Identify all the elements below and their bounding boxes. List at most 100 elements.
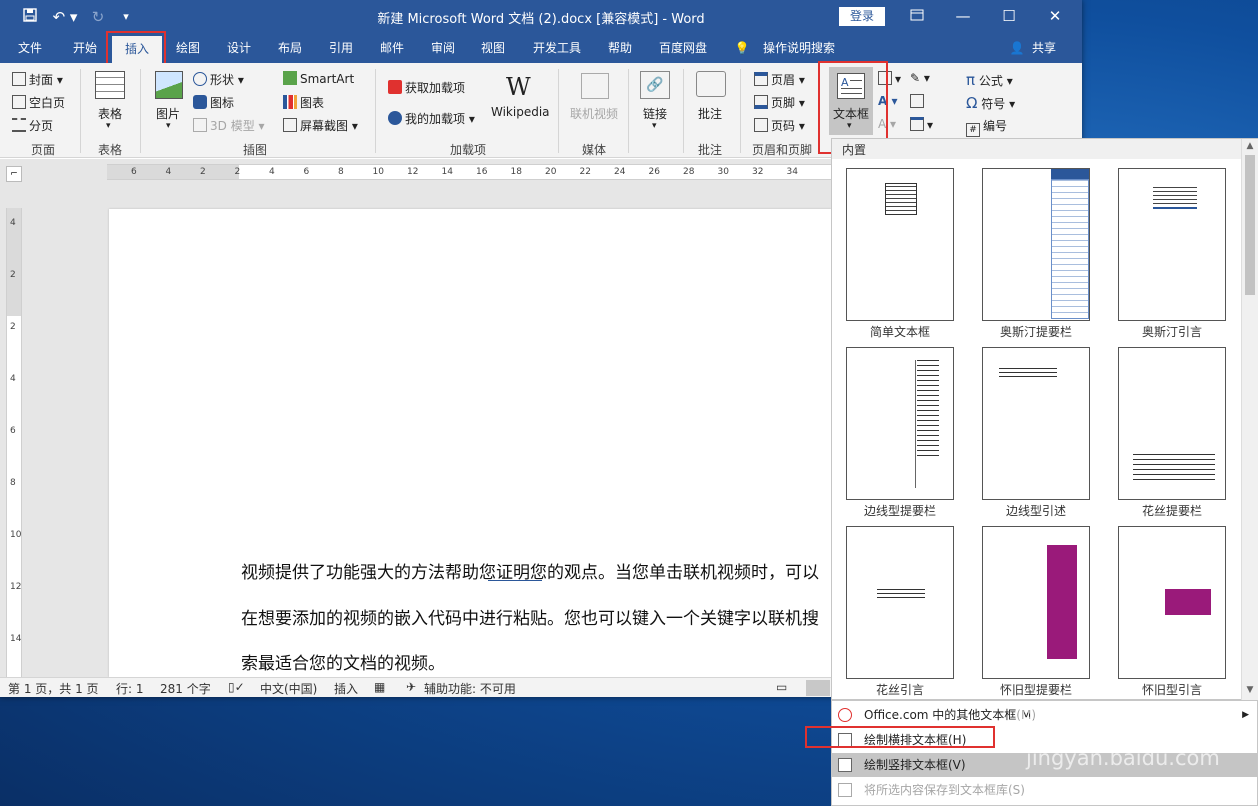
online-video-button[interactable]: 联机视频 [570, 105, 618, 122]
number-button[interactable]: # 编号 [966, 117, 1007, 137]
smartart-button[interactable]: SmartArt [283, 71, 354, 86]
blank-page-button[interactable]: 空白页 [12, 94, 65, 111]
gallery-scrollbar[interactable]: ▲ ▼ [1241, 139, 1258, 701]
group-separator [628, 69, 629, 153]
tab-file[interactable]: 文件 [8, 33, 52, 63]
link-icon[interactable]: 🔗 [640, 71, 670, 99]
table-icon[interactable] [95, 71, 125, 99]
addin-icon [388, 111, 402, 125]
cover-page-button[interactable]: 封面 ▾ [12, 71, 63, 88]
tab-review[interactable]: 审阅 [420, 33, 466, 63]
date-time-icon[interactable] [910, 94, 927, 109]
ruler-tick-label: 2 [10, 270, 16, 280]
maximize-icon[interactable]: ☐ [986, 0, 1032, 33]
ribbon-display-icon[interactable] [894, 0, 940, 33]
3d-model-button[interactable]: 3D 模型 ▾ [193, 117, 265, 134]
group-label-comments: 批注 [697, 143, 722, 157]
thumb-label[interactable]: 奥斯汀引言 [1104, 323, 1240, 340]
object-icon[interactable]: ▾ [910, 117, 933, 132]
login-button[interactable]: 登录 [839, 7, 885, 26]
tab-home[interactable]: 开始 [62, 33, 108, 63]
tell-me-search[interactable]: 操作说明搜索 [756, 33, 842, 63]
thumb-label[interactable]: 花丝提要栏 [1104, 502, 1240, 519]
tab-help[interactable]: 帮助 [598, 33, 642, 63]
read-mode-icon[interactable]: ▭ [776, 680, 787, 694]
link-dropdown-icon[interactable]: ▾ [652, 121, 657, 131]
print-layout-icon[interactable] [806, 680, 830, 696]
wikipedia-icon[interactable]: W [506, 73, 531, 101]
link-button[interactable]: 链接 [643, 105, 667, 122]
status-words[interactable]: 281 个字 [160, 680, 211, 697]
picture-button[interactable]: 图片 [156, 105, 180, 122]
tab-developer[interactable]: 开发工具 [524, 33, 590, 63]
icons-button[interactable]: 图标 [193, 94, 234, 111]
thumb-austin-quote[interactable] [1118, 168, 1226, 321]
picture-dropdown-icon[interactable]: ▾ [166, 121, 171, 131]
thumb-retro-quote[interactable] [1118, 526, 1226, 679]
ruler-tick-label: 6 [131, 167, 137, 177]
symbol-button[interactable]: Ω 符号 ▾ [966, 94, 1015, 112]
thumb-sideline-quote[interactable] [982, 347, 1090, 500]
macro-icon[interactable]: ▦ [374, 680, 385, 694]
screenshot-icon [283, 118, 297, 132]
ruler-tick-label: 8 [10, 478, 16, 488]
online-video-icon[interactable] [581, 73, 609, 99]
tab-view[interactable]: 视图 [470, 33, 516, 63]
ruler-tick-label: 10 [372, 167, 384, 177]
tab-selector[interactable]: ⌐ [6, 166, 22, 182]
status-mode[interactable]: 插入 [334, 680, 358, 697]
status-line[interactable]: 行: 1 [116, 680, 144, 697]
shapes-button[interactable]: 形状 ▾ [193, 71, 244, 88]
comment-button[interactable]: 批注 [698, 105, 722, 122]
tab-design[interactable]: 设计 [216, 33, 262, 63]
thumb-label[interactable]: 简单文本框 [832, 323, 968, 340]
page-number-button[interactable]: 页码 ▾ [754, 117, 805, 134]
page-break-button[interactable]: 分页 [12, 117, 53, 134]
signature-line-icon[interactable]: ✎ ▾ [910, 71, 930, 85]
screenshot-button[interactable]: 屏幕截图 ▾ [283, 117, 358, 134]
group-label-pages: 页面 [30, 143, 55, 157]
status-page[interactable]: 第 1 页，共 1 页 [8, 680, 99, 697]
status-language[interactable]: 中文(中国) [260, 680, 317, 697]
proofing-icon[interactable]: ▯✓ [228, 680, 245, 694]
thumb-austin-sidebar[interactable] [982, 168, 1090, 321]
thumb-sideline-sidebar[interactable] [846, 347, 954, 500]
share-button[interactable]: 共享 [1028, 33, 1060, 63]
thumb-label[interactable]: 边线型引述 [968, 502, 1104, 519]
picture-icon[interactable] [155, 71, 183, 99]
table-dropdown-icon[interactable]: ▾ [106, 121, 111, 131]
my-addins-button[interactable]: 我的加载项 ▾ [388, 110, 475, 127]
get-addins-button[interactable]: 获取加载项 [388, 79, 465, 96]
thumb-filigree-sidebar[interactable] [1118, 347, 1226, 500]
equation-button[interactable]: π 公式 ▾ [966, 71, 1013, 89]
wikipedia-button[interactable]: Wikipedia [491, 105, 550, 119]
thumb-label[interactable]: 奥斯汀提要栏 [968, 323, 1104, 340]
scroll-thumb[interactable] [1245, 155, 1255, 295]
thumb-retro-sidebar[interactable] [982, 526, 1090, 679]
chart-button[interactable]: 图表 [283, 94, 324, 111]
thumb-label[interactable]: 边线型提要栏 [832, 502, 968, 519]
submenu-arrow-icon: ▶ [1242, 710, 1249, 720]
tab-mailings[interactable]: 邮件 [370, 33, 414, 63]
tab-baidu-netdisk[interactable]: 百度网盘 [650, 33, 716, 63]
tab-layout[interactable]: 布局 [268, 33, 312, 63]
thumb-filigree-quote[interactable] [846, 526, 954, 679]
document-line[interactable]: 在想要添加的视频的嵌入代码中进行粘贴。您也可以键入一个关键字以联机搜 [241, 604, 819, 629]
table-button[interactable]: 表格 [98, 105, 122, 122]
scroll-down-icon[interactable]: ▼ [1244, 685, 1256, 697]
tab-draw[interactable]: 绘图 [166, 33, 210, 63]
header-button[interactable]: 页眉 ▾ [754, 71, 805, 88]
document-line[interactable]: 索最适合您的文档的视频。 [241, 649, 445, 674]
scroll-up-icon[interactable]: ▲ [1244, 141, 1256, 153]
ruler-tick-label: 2 [10, 322, 16, 332]
footer-button[interactable]: 页脚 ▾ [754, 94, 805, 111]
thumb-simple-textbox[interactable] [846, 168, 954, 321]
close-icon[interactable]: ✕ [1032, 0, 1078, 33]
thumb-label[interactable]: 花丝引言 [832, 681, 968, 698]
comment-icon[interactable] [696, 71, 726, 97]
tab-references[interactable]: 引用 [318, 33, 364, 63]
status-accessibility[interactable]: 辅助功能: 不可用 [424, 680, 516, 697]
minimize-icon[interactable]: — [940, 0, 986, 33]
horizontal-ruler[interactable]: 6 4 2 2 4 6 8 10 12 14 16 18 20 22 24 26 28 30 32 34 [107, 164, 831, 180]
vertical-ruler[interactable]: 4 2 2 4 6 8 10 12 14 [6, 208, 22, 678]
